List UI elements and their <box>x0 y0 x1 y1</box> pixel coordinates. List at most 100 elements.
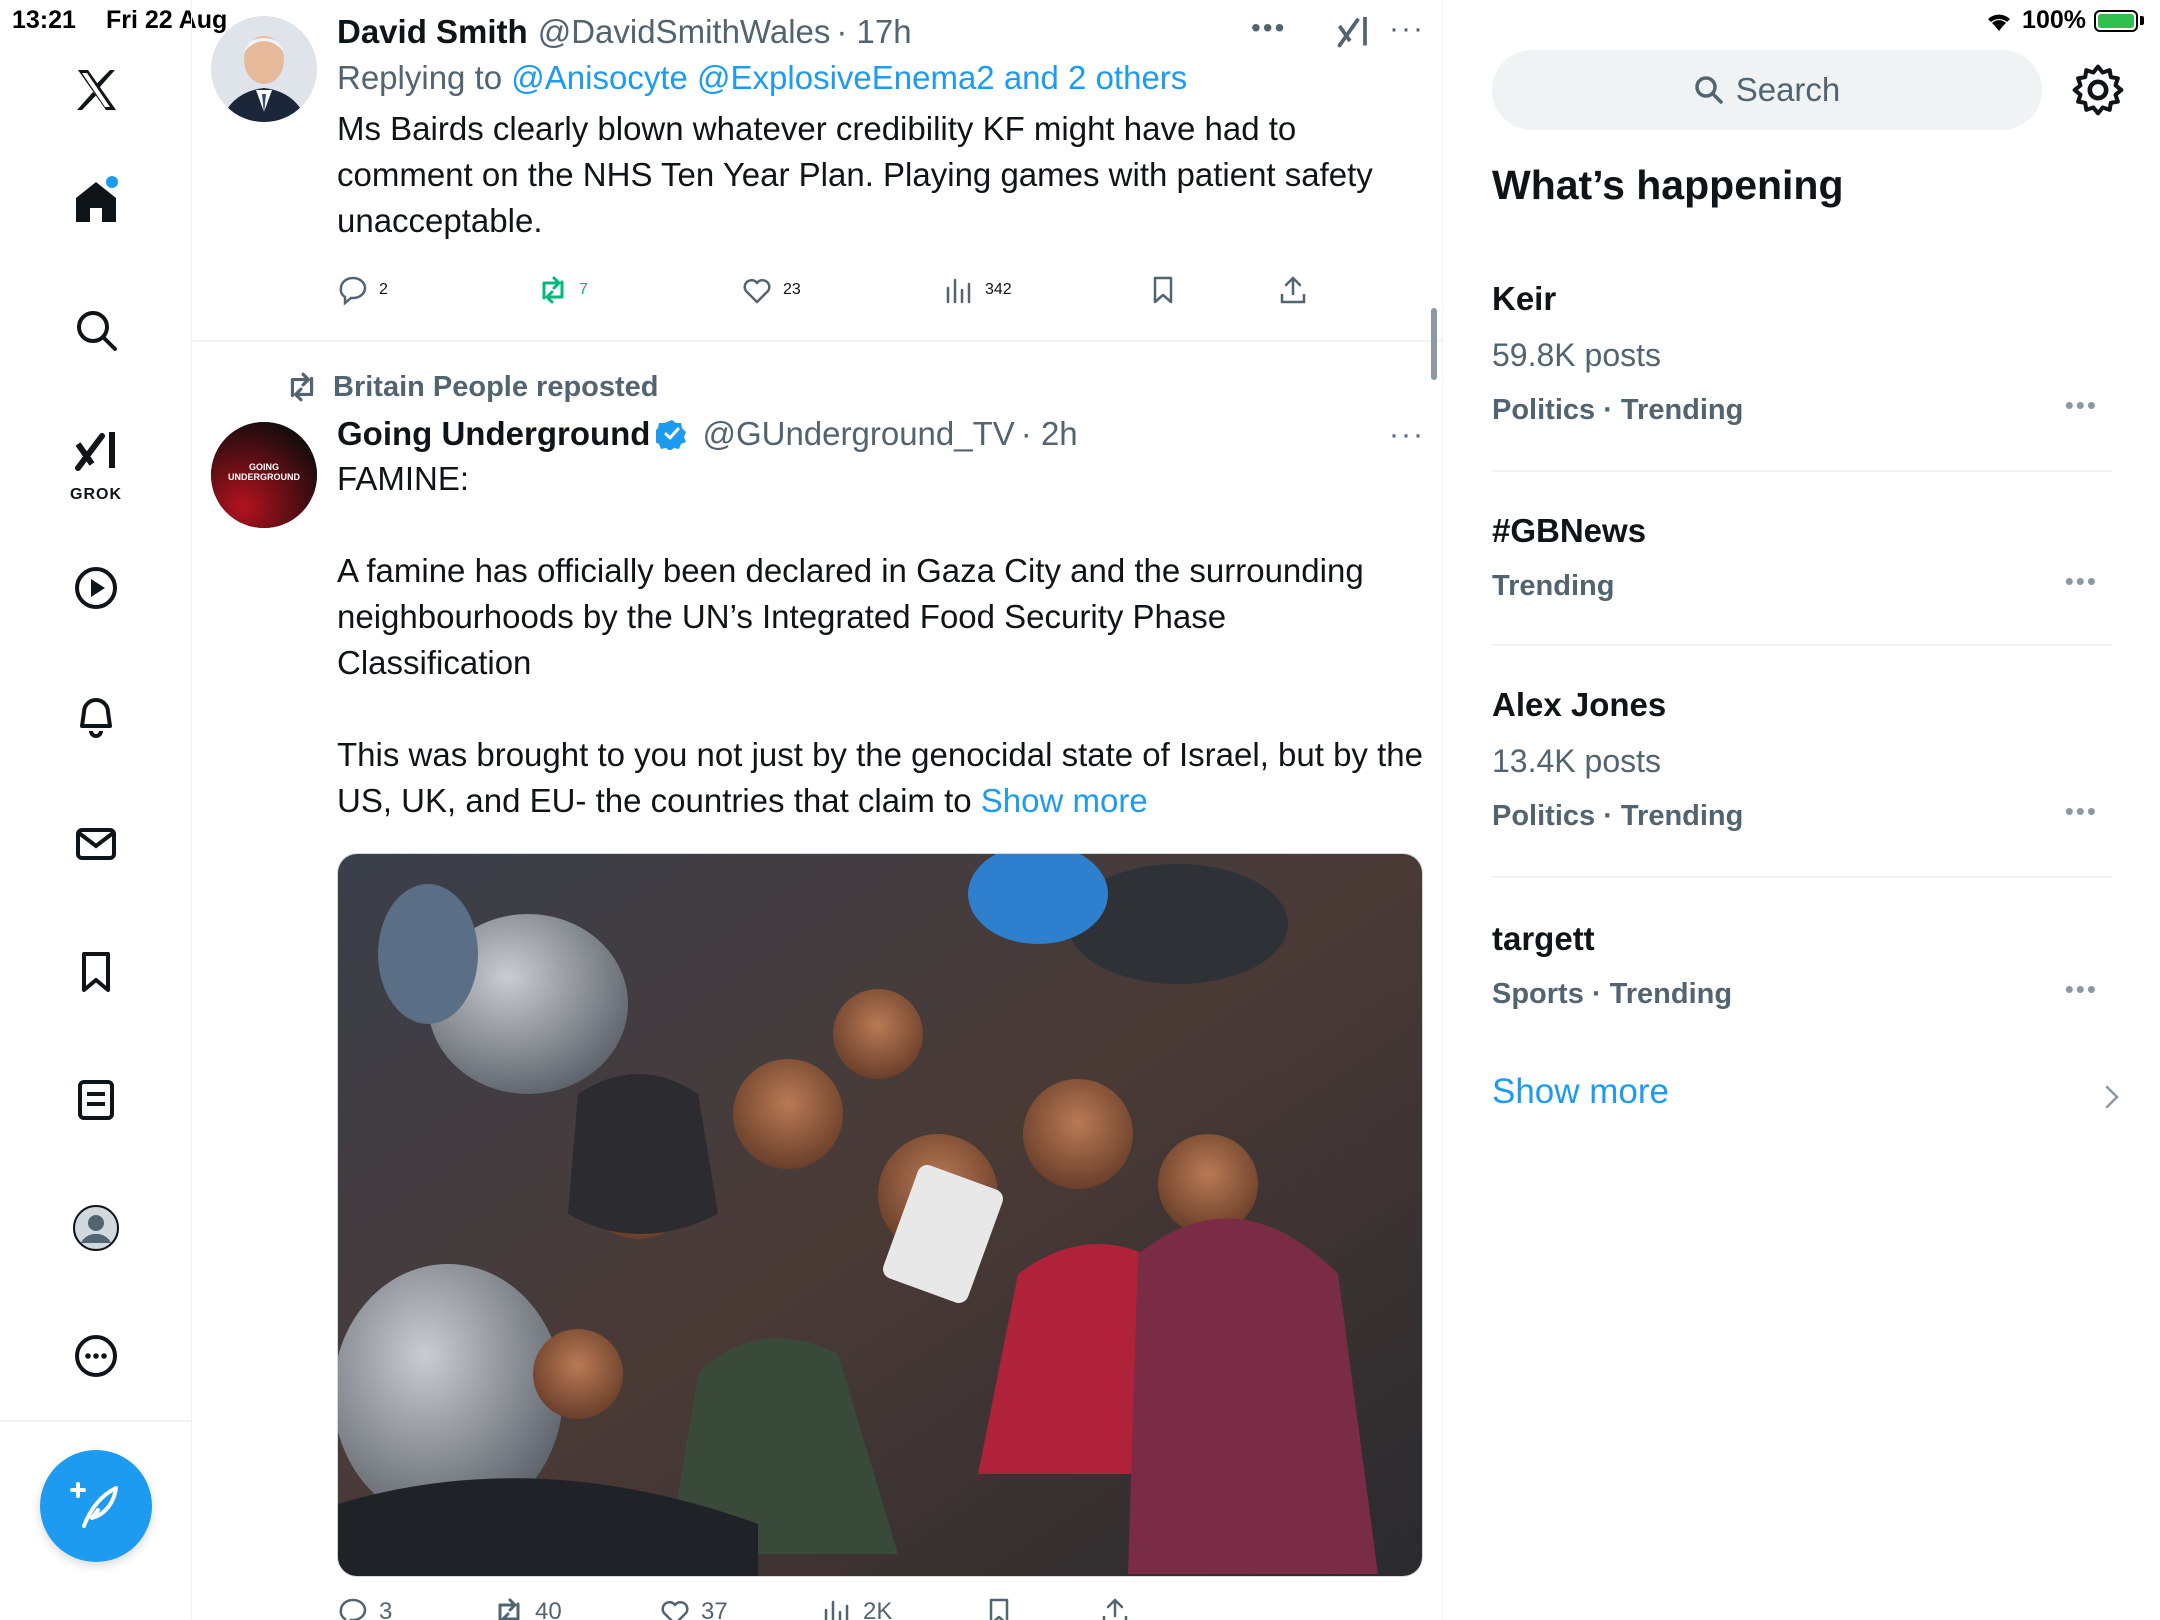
avatar-logo-text: GOING UNDERGROUND <box>228 462 300 482</box>
mail-icon <box>76 828 116 860</box>
share-button[interactable] <box>1099 1596 1131 1620</box>
trend-name: Keir <box>1492 280 1557 317</box>
home-notification-dot <box>106 176 118 188</box>
repost-icon <box>498 1598 520 1620</box>
bookmark-button[interactable] <box>1147 274 1179 306</box>
nav-profile[interactable] <box>56 1188 136 1268</box>
repost-icon <box>542 276 564 304</box>
compose-post-button[interactable] <box>40 1450 152 1562</box>
nav-lists[interactable] <box>56 1060 136 1140</box>
repost-count: 40 <box>535 1598 562 1620</box>
like-count: 37 <box>701 1598 728 1620</box>
grok-explain-icon[interactable] <box>1335 14 1371 50</box>
nav-more[interactable] <box>56 1316 136 1396</box>
tweet-text-paragraph-1: A famine has officially been declared in… <box>337 552 1373 681</box>
nav-bookmarks[interactable] <box>56 932 136 1012</box>
tweet-more-icon[interactable]: ··· <box>1389 418 1425 452</box>
more-circle-icon <box>75 1335 117 1377</box>
trend-item[interactable]: targett Sports · Trending ••• <box>1492 918 2112 1014</box>
tweet-more-icon[interactable]: ··· <box>1389 12 1425 46</box>
grok-icon <box>75 432 115 471</box>
list-document-icon <box>78 1080 114 1120</box>
nav-explore[interactable] <box>56 290 136 370</box>
share-icon <box>1280 276 1306 304</box>
tweet-header: Going Underground @GUnderground_TV · 2h <box>337 414 1425 454</box>
scrollbar[interactable] <box>1431 308 1437 380</box>
grok-label: GROK <box>70 486 122 503</box>
repost-button[interactable]: 7 <box>537 274 588 306</box>
views-chart-icon <box>824 1600 849 1620</box>
nav-notifications[interactable] <box>56 676 136 756</box>
chevron-right-icon[interactable] <box>2104 1084 2120 1110</box>
tweet-text: Ms Bairds clearly blown whatever credibi… <box>337 110 1382 239</box>
replying-to-label: Replying to <box>337 59 503 96</box>
show-more-link[interactable]: Show more <box>1492 1072 1669 1112</box>
trend-post-count: 59.8K posts <box>1492 337 1661 373</box>
trend-name: #GBNews <box>1492 512 1647 549</box>
share-icon <box>1102 1598 1128 1620</box>
views-button[interactable]: 342 <box>943 274 1012 306</box>
replying-to-users[interactable]: @Anisocyte @ExplosiveEnema2 and 2 others <box>511 59 1187 96</box>
tweet-divider <box>193 340 1443 342</box>
bookmark-icon <box>989 1598 1009 1620</box>
nav-messages[interactable] <box>56 804 136 884</box>
gear-icon[interactable] <box>2070 62 2126 118</box>
trend-divider <box>1492 470 2112 472</box>
reply-button[interactable]: 2 <box>337 274 388 306</box>
author-name[interactable]: Going Underground <box>337 414 650 454</box>
avatar-david-smith[interactable] <box>211 16 317 122</box>
tweet-text-title: FAMINE: <box>337 460 470 497</box>
like-button[interactable]: 37 <box>659 1596 728 1620</box>
trend-item[interactable]: Alex Jones 13.4K posts Politics · Trendi… <box>1492 684 2112 836</box>
tweet-media-photo[interactable] <box>337 853 1423 1577</box>
author-handle[interactable]: @GUnderground_TV <box>702 414 1014 454</box>
tweet-time: · 17h <box>836 13 912 50</box>
reply-icon <box>339 276 367 306</box>
nav-divider <box>0 1420 192 1422</box>
tweet-time: · 2h <box>1020 415 1078 452</box>
bookmark-icon <box>82 952 110 992</box>
nav-grok[interactable]: GROK <box>56 418 136 506</box>
avatar-going-underground[interactable]: GOING UNDERGROUND <box>211 422 317 528</box>
heart-icon <box>743 278 771 304</box>
left-nav: GROK <box>0 0 192 1620</box>
trend-divider <box>1492 876 2112 878</box>
replying-to: Replying to @Anisocyte @ExplosiveEnema2 … <box>337 56 1425 100</box>
profile-avatar-icon <box>73 1205 119 1251</box>
views-chart-icon <box>946 278 971 304</box>
nav-video[interactable] <box>56 548 136 628</box>
repost-context[interactable]: Britain People reposted <box>285 370 659 404</box>
reply-button[interactable]: 3 <box>337 1596 392 1620</box>
x-logo-icon[interactable] <box>56 50 136 130</box>
trend-more-icon[interactable]: ••• <box>2065 390 2098 421</box>
trend-item[interactable]: #GBNews Trending ••• <box>1492 510 2112 606</box>
trend-category: Sports · Trending <box>1492 978 1733 1010</box>
timeline: ••• David Smith @DavidSmithWales · 17h R… <box>193 0 1443 1620</box>
trend-more-icon[interactable]: ••• <box>2065 566 2098 597</box>
search-icon <box>1694 76 1723 104</box>
heart-icon <box>661 1600 689 1620</box>
search-input[interactable]: Search <box>1492 50 2042 130</box>
repost-icon <box>290 372 314 402</box>
bookmark-button[interactable] <box>983 1596 1015 1620</box>
author-name[interactable]: David Smith <box>337 12 528 52</box>
trend-more-icon[interactable]: ••• <box>2065 974 2098 1005</box>
search-placeholder: Search <box>1735 71 1841 108</box>
tweet-david-smith[interactable]: David Smith @DavidSmithWales · 17h Reply… <box>193 0 1443 340</box>
show-more-link[interactable]: Show more <box>981 782 1148 819</box>
share-button[interactable] <box>1277 274 1309 306</box>
trend-item[interactable]: Keir 59.8K posts Politics · Trending ••• <box>1492 278 2112 430</box>
trend-more-icon[interactable]: ••• <box>2065 796 2098 827</box>
repost-button[interactable]: 40 <box>493 1596 562 1620</box>
nav-home[interactable] <box>56 162 136 242</box>
tweet-text-paragraph-2: This was brought to you not just by the … <box>337 736 1433 819</box>
views-count: 2K <box>863 1598 893 1620</box>
views-button[interactable]: 2K <box>821 1596 892 1620</box>
author-handle[interactable]: @DavidSmithWales <box>538 12 831 52</box>
trend-category: Politics · Trending <box>1492 800 1744 832</box>
trend-category: Politics · Trending <box>1492 394 1744 426</box>
views-count: 342 <box>985 281 1012 298</box>
like-button[interactable]: 23 <box>741 274 801 306</box>
trend-name: Alex Jones <box>1492 686 1667 723</box>
like-count: 23 <box>783 281 801 298</box>
